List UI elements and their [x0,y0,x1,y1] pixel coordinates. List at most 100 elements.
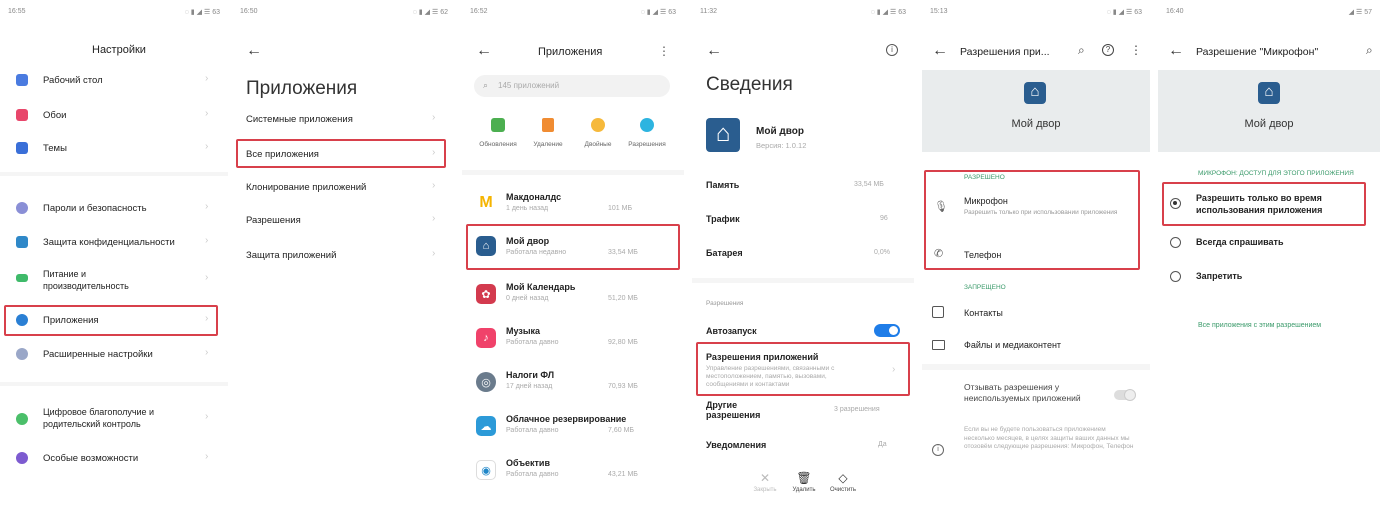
settings-item-passwords[interactable]: Пароли и безопасность [43,203,147,214]
storage-label[interactable]: Память [706,180,739,190]
app-size: 51,20 МБ [608,295,638,302]
settings-item-battery[interactable]: Питание и производительность [43,268,129,292]
more-icon[interactable]: ⋮ [1130,43,1142,57]
bottom-uninstall[interactable]: 🗑︎ Удалить [787,472,821,493]
revoke-row[interactable]: Отзывать разрешения у неиспользуемых при… [922,378,1150,414]
info-icon[interactable]: i [886,44,898,56]
notifications-label[interactable]: Уведомления [706,440,766,450]
autostart-toggle[interactable] [874,324,900,337]
phone-icon: ✆ [934,248,944,260]
radio-unselected[interactable] [1170,237,1181,248]
microphone-icon: 🎙︎ [934,201,948,213]
radio-selected[interactable] [1170,198,1181,209]
back-arrow-icon[interactable]: ← [706,42,722,60]
chevron-right-icon: › [205,141,209,152]
chevron-right-icon: › [432,147,436,158]
menu-item-system-apps[interactable]: Системные приложения [246,114,353,125]
back-arrow-icon[interactable]: ← [246,42,262,60]
contacts-permission-row[interactable]: Контакты [922,300,1150,326]
menu-item-clone-apps[interactable]: Клонирование приложений [246,182,366,193]
app-row-taxes[interactable]: ◎ Налоги ФЛ 17 дней назад 70,93 МБ [462,366,684,398]
option-while-using[interactable]: Разрешить только во время использования … [1158,186,1380,226]
house-icon: ⌂ [476,236,496,256]
chevron-right-icon: › [205,201,209,212]
settings-item-desktop[interactable]: Рабочий стол [43,75,103,86]
help-icon[interactable]: ? [1102,44,1114,56]
back-arrow-icon[interactable]: ← [932,42,948,60]
section-mic-access: МИКРОФОН: ДОСТУП ДЛЯ ЭТОГО ПРИЛОЖЕНИЯ [1198,170,1354,177]
app-logo-house-icon: ⌂ [706,118,740,152]
themes-icon [16,142,28,154]
status-icons: ◢ ☰ 57 [1348,9,1372,16]
settings-item-accessibility[interactable]: Особые возможности [43,453,138,464]
more-icon[interactable]: ⋮ [658,44,670,58]
status-icons: ◌ ▮ ◢ ☰ 63 [870,9,906,16]
app-row-calendar[interactable]: ✿ Мой Календарь 0 дней назад 51,20 МБ [462,278,684,310]
app-name: Макдоналдс [506,192,562,202]
settings-item-wallpaper[interactable]: Обои [43,110,66,121]
action-dual[interactable]: Двойные [576,118,620,148]
files-permission-row[interactable]: Файлы и медиаконтент [922,332,1150,358]
settings-item-themes[interactable]: Темы [43,143,67,154]
mic-permission-screen: 16:40 ◢ ☰ 57 ← Разрешение "Микрофон" ⌕ ⌂… [1158,0,1380,507]
back-arrow-icon[interactable]: ← [476,42,492,60]
app-size: 101 МБ [608,205,633,212]
other-permissions-label[interactable]: Другие разрешения [706,400,760,420]
action-updates[interactable]: Обновления [476,118,520,148]
action-permissions[interactable]: Разрешения [622,118,672,148]
menu-item-app-protection[interactable]: Защита приложений [246,250,336,261]
folder-icon [932,340,945,350]
taxes-icon: ◎ [476,372,496,392]
phone-label: Телефон [964,250,1002,260]
app-name: Мой двор [1011,118,1061,130]
bottom-close[interactable]: ✕ Закрыть [748,472,782,493]
action-uninstall[interactable]: Удаление [526,118,570,148]
chevron-right-icon: › [205,451,209,462]
revoke-toggle[interactable] [1114,389,1136,401]
search-icon[interactable]: ⌕ [1366,43,1373,58]
settings-item-advanced[interactable]: Расширенные настройки [43,349,153,360]
app-name: Мой двор [1244,118,1294,130]
app-row-mcdonalds[interactable]: M Макдоналдс 1 день назад 101 МБ [462,186,684,218]
search-input[interactable]: ⌕ 145 приложений [474,75,670,97]
app-permissions-title: Разрешения приложений [706,352,819,362]
battery-label[interactable]: Батарея [706,248,743,258]
menu-item-permissions[interactable]: Разрешения [246,215,301,226]
back-arrow-icon[interactable]: ← [1168,42,1184,60]
search-icon[interactable]: ⌕ [1078,43,1085,58]
option-ask-every-time[interactable]: Всегда спрашивать [1158,232,1380,254]
option-label: Запретить [1196,271,1243,281]
app-row-cloud-backup[interactable]: ☁ Облачное резервирование Работала давно… [462,410,684,442]
app-size: 33,54 МБ [608,249,638,256]
bottom-clear[interactable]: ◇ Очистить [826,472,860,493]
app-name: Музыка [506,326,541,336]
chevron-right-icon: › [432,112,436,123]
trash-icon [542,118,554,132]
apps-icon [16,314,28,326]
settings-item-wellbeing[interactable]: Цифровое благополучие и родительский кон… [43,406,154,430]
dual-apps-icon [591,118,605,132]
radio-unselected[interactable] [1170,271,1181,282]
app-permissions-row[interactable]: Разрешения приложений Управление разреше… [692,348,914,396]
status-bar: 16:50 ◌ ▮ ◢ ☰ 62 [240,8,448,20]
action-label: Разрешения [628,141,666,148]
app-row-moy-dvor[interactable]: ⌂ Мой двор Работала недавно 33,54 МБ [462,230,684,262]
action-label: Обновления [479,141,517,148]
traffic-label[interactable]: Трафик [706,214,740,224]
option-deny[interactable]: Запретить [1158,266,1380,288]
page-title: Разрешение "Микрофон" [1196,46,1319,58]
option-label: Разрешить только во время использования … [1196,193,1323,215]
app-row-lens[interactable]: ◉ Объектив Работала давно 43,21 МБ [462,454,684,486]
app-row-music[interactable]: ♪ Музыка Работала давно 92,80 МБ [462,322,684,354]
chevron-right-icon: › [205,347,209,358]
mcdonalds-icon: M [476,193,496,213]
settings-item-privacy[interactable]: Защита конфиденциальности [43,237,175,248]
all-apps-link[interactable]: Все приложения с этим разрешением [1198,322,1321,329]
settings-item-apps[interactable]: Приложения [43,315,99,326]
app-permissions-desc: Управление разрешениями, связанными с ме… [706,365,835,388]
mic-permission-row[interactable]: 🎙︎ Микрофон Разрешить только при использ… [922,190,1150,230]
phone-permission-row[interactable]: ✆ Телефон [922,240,1150,268]
menu-item-all-apps[interactable]: Все приложения [246,149,319,160]
divider [922,364,1150,370]
cloud-icon: ☁ [476,416,496,436]
